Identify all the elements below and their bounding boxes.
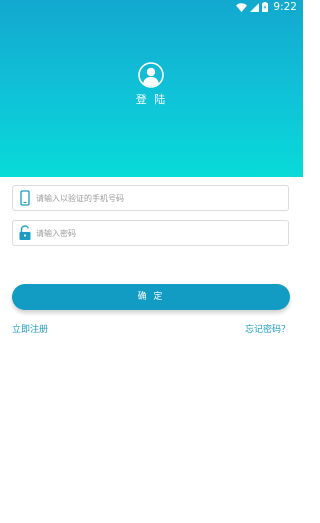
phone-input[interactable] — [36, 188, 281, 208]
confirm-button[interactable]: 确 定 — [12, 284, 290, 310]
phone-icon — [20, 190, 30, 206]
wifi-icon — [236, 2, 248, 12]
header-banner: 9:22 登 陆 — [0, 0, 303, 177]
password-input[interactable] — [36, 223, 281, 243]
password-field[interactable] — [12, 220, 289, 246]
status-time: 9:22 — [273, 1, 297, 13]
battery-icon — [262, 2, 269, 12]
user-avatar-icon — [138, 62, 164, 88]
forgot-password-link[interactable]: 忘记密码？ — [245, 322, 290, 335]
phone-field[interactable] — [12, 185, 289, 211]
status-bar: 9:22 — [0, 0, 303, 14]
status-icons: 9:22 — [236, 1, 297, 13]
register-link[interactable]: 立即注册 — [12, 322, 48, 335]
login-title: 登 陆 — [135, 93, 168, 106]
unlock-icon — [19, 225, 31, 240]
cellular-signal-icon — [250, 2, 260, 12]
